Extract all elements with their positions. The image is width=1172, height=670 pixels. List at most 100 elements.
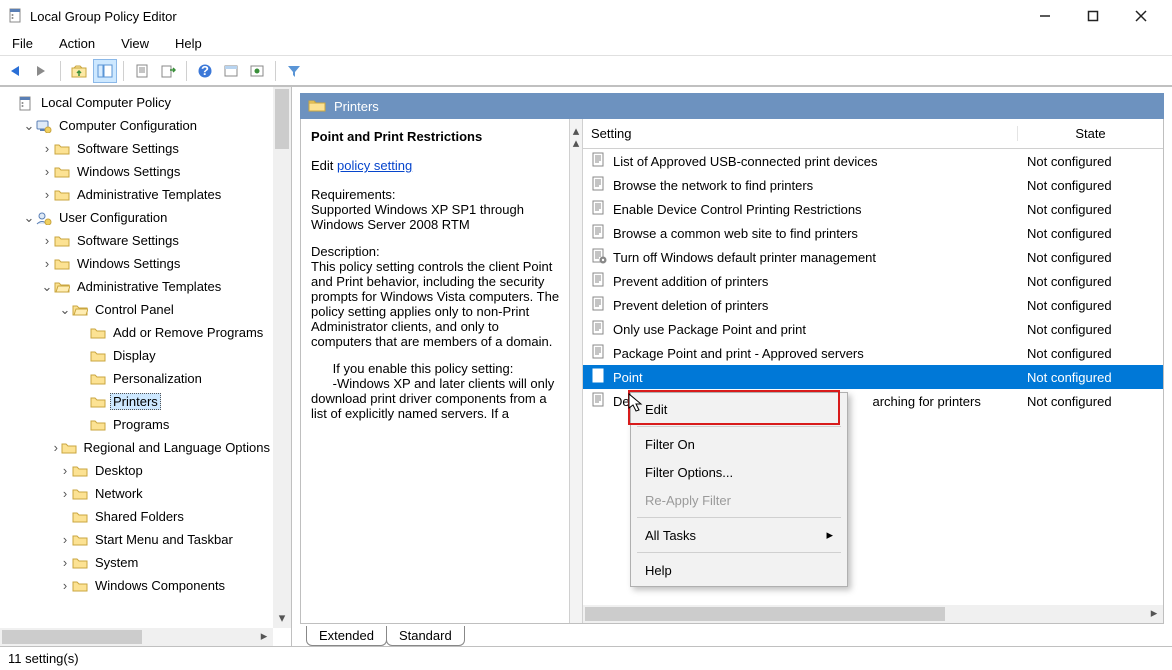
tree-item-regional[interactable]: ›Regional and Language Options bbox=[0, 436, 273, 459]
tree-item-at[interactable]: ›Administrative Templates bbox=[0, 183, 273, 206]
expand-arrow-icon[interactable]: › bbox=[58, 486, 72, 501]
policy-icon bbox=[591, 200, 607, 219]
maximize-button[interactable] bbox=[1078, 6, 1108, 26]
scroll-down-icon[interactable]: ▾ bbox=[273, 610, 291, 628]
status-text: 11 setting(s) bbox=[8, 651, 79, 666]
expand-arrow-icon[interactable]: › bbox=[40, 256, 54, 271]
extra-icon-1[interactable] bbox=[219, 59, 243, 83]
tree-item-root[interactable]: Local Computer Policy bbox=[0, 91, 273, 114]
context-reapply-filter: Re-Apply Filter bbox=[631, 486, 847, 514]
menu-help[interactable]: Help bbox=[171, 34, 206, 53]
tree-item-printers[interactable]: Printers bbox=[0, 390, 273, 413]
tree-item-ws[interactable]: › Windows Settings bbox=[0, 252, 273, 275]
policy-setting-link[interactable]: policy setting bbox=[337, 158, 412, 173]
filter-icon[interactable] bbox=[282, 59, 306, 83]
expand-arrow-icon[interactable]: ⌄ bbox=[40, 279, 54, 295]
tree-item-uc[interactable]: ⌄User Configuration bbox=[0, 206, 273, 229]
list-header: Setting State bbox=[583, 119, 1163, 149]
tree-vertical-scrollbar[interactable]: ▴ ▾ bbox=[273, 87, 291, 628]
tree-item-cp[interactable]: ⌄Control Panel bbox=[0, 298, 273, 321]
menu-file[interactable]: File bbox=[8, 34, 37, 53]
menu-view[interactable]: View bbox=[117, 34, 153, 53]
scroll-right-icon[interactable]: ▸ bbox=[1145, 605, 1163, 623]
tree-item-programs[interactable]: Programs bbox=[0, 413, 273, 436]
tree-item-system[interactable]: ›System bbox=[0, 551, 273, 574]
tree-item-ss[interactable]: › Software Settings bbox=[0, 229, 273, 252]
tree-item-startmenu[interactable]: ›Start Menu and Taskbar bbox=[0, 528, 273, 551]
tree-item-shared[interactable]: Shared Folders bbox=[0, 505, 273, 528]
setting-row[interactable]: Browse a common web site to find printer… bbox=[583, 221, 1163, 245]
setting-row[interactable]: Prevent addition of printersNot configur… bbox=[583, 269, 1163, 293]
expand-arrow-icon[interactable]: › bbox=[40, 164, 54, 179]
tree-horizontal-scrollbar[interactable]: ◂ ▸ bbox=[0, 628, 273, 646]
context-all-tasks[interactable]: All Tasks▸ bbox=[631, 521, 847, 549]
tree-item-ws[interactable]: ›Windows Settings bbox=[0, 160, 273, 183]
context-filter-on[interactable]: Filter On bbox=[631, 430, 847, 458]
menu-action[interactable]: Action bbox=[55, 34, 99, 53]
description-panel: Point and Print Restrictions Edit policy… bbox=[301, 119, 569, 623]
collapse-handle[interactable]: ▴ ▴ bbox=[569, 119, 583, 623]
tree-item-cc[interactable]: ⌄Computer Configuration bbox=[0, 114, 273, 137]
column-state[interactable]: State bbox=[1017, 126, 1163, 141]
expand-arrow-icon[interactable]: › bbox=[40, 233, 54, 248]
expand-arrow-icon[interactable]: › bbox=[58, 532, 72, 547]
list-horizontal-scrollbar[interactable]: ◂ ▸ bbox=[583, 605, 1163, 623]
tree-item-desktop[interactable]: ›Desktop bbox=[0, 459, 273, 482]
context-edit[interactable]: Edit bbox=[631, 395, 847, 423]
requirements-label: Requirements: bbox=[311, 187, 563, 202]
tree-item-network[interactable]: ›Network bbox=[0, 482, 273, 505]
expand-arrow-icon[interactable]: ⌄ bbox=[22, 118, 36, 134]
tree-item-pers[interactable]: Personalization bbox=[0, 367, 273, 390]
separator bbox=[637, 552, 841, 553]
policy-icon bbox=[591, 368, 607, 387]
setting-state: Not configured bbox=[1017, 250, 1163, 265]
setting-row[interactable]: Only use Package Point and printNot conf… bbox=[583, 317, 1163, 341]
tree-item-ss[interactable]: ›Software Settings bbox=[0, 137, 273, 160]
tree-item-label: Software Settings bbox=[74, 232, 182, 249]
properties-icon[interactable] bbox=[130, 59, 154, 83]
context-help[interactable]: Help bbox=[631, 556, 847, 584]
expand-arrow-icon[interactable]: › bbox=[58, 578, 72, 593]
close-button[interactable] bbox=[1126, 6, 1156, 26]
context-filter-options[interactable]: Filter Options... bbox=[631, 458, 847, 486]
tree-item-display[interactable]: Display bbox=[0, 344, 273, 367]
tree-item-label: Windows Settings bbox=[74, 255, 183, 272]
tab-standard[interactable]: Standard bbox=[386, 626, 465, 646]
back-button[interactable] bbox=[4, 59, 28, 83]
expand-arrow-icon[interactable]: › bbox=[58, 463, 72, 478]
folder-icon bbox=[90, 418, 106, 432]
expand-arrow-icon[interactable]: › bbox=[58, 555, 72, 570]
help-icon[interactable]: ? bbox=[193, 59, 217, 83]
tree-item-label: Personalization bbox=[110, 370, 205, 387]
description-body-1: This policy setting controls the client … bbox=[311, 259, 563, 349]
setting-row[interactable]: List of Approved USB-connected print dev… bbox=[583, 149, 1163, 173]
folder-icon bbox=[61, 441, 77, 455]
expand-arrow-icon[interactable]: › bbox=[51, 440, 60, 455]
show-hide-tree-icon[interactable] bbox=[93, 59, 117, 83]
extra-icon-2[interactable] bbox=[245, 59, 269, 83]
scroll-thumb[interactable] bbox=[585, 607, 945, 621]
up-icon[interactable] bbox=[67, 59, 91, 83]
forward-button[interactable] bbox=[30, 59, 54, 83]
expand-arrow-icon[interactable]: › bbox=[40, 141, 54, 156]
export-icon[interactable] bbox=[156, 59, 180, 83]
scroll-thumb[interactable] bbox=[275, 89, 289, 149]
setting-row[interactable]: Package Point and print - Approved serve… bbox=[583, 341, 1163, 365]
column-setting[interactable]: Setting bbox=[583, 126, 1017, 141]
tree-item-arp[interactable]: Add or Remove Programs bbox=[0, 321, 273, 344]
setting-row[interactable]: Prevent deletion of printersNot configur… bbox=[583, 293, 1163, 317]
setting-row[interactable]: Turn off Windows default printer managem… bbox=[583, 245, 1163, 269]
setting-row[interactable]: PointNot configured bbox=[583, 365, 1163, 389]
minimize-button[interactable] bbox=[1030, 6, 1060, 26]
tree-item-wincomp[interactable]: ›Windows Components bbox=[0, 574, 273, 597]
expand-arrow-icon[interactable]: ⌄ bbox=[22, 210, 36, 226]
setting-row[interactable]: Browse the network to find printersNot c… bbox=[583, 173, 1163, 197]
tab-extended[interactable]: Extended bbox=[306, 626, 387, 646]
setting-row[interactable]: Enable Device Control Printing Restricti… bbox=[583, 197, 1163, 221]
tree-item-label: Administrative Templates bbox=[74, 278, 224, 295]
expand-arrow-icon[interactable]: › bbox=[40, 187, 54, 202]
scroll-right-icon[interactable]: ▸ bbox=[255, 628, 273, 646]
expand-arrow-icon[interactable]: ⌄ bbox=[58, 302, 72, 318]
tree-item-at[interactable]: ⌄ Administrative Templates bbox=[0, 275, 273, 298]
scroll-thumb[interactable] bbox=[2, 630, 142, 644]
